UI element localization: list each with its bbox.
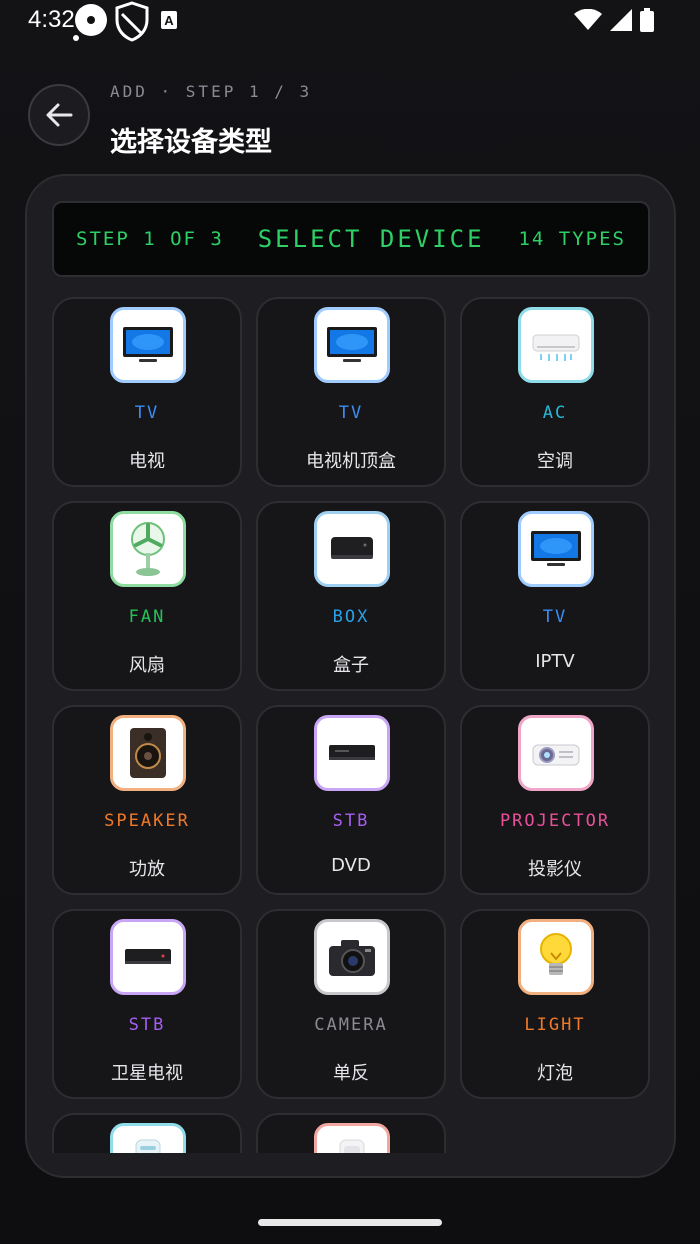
- device-type-panel: STEP 1 OF 3 SELECT DEVICE 14 TYPES TV 电视 T…: [25, 174, 676, 1178]
- projector-icon: [529, 731, 583, 775]
- home-indicator[interactable]: [258, 1219, 442, 1226]
- water-heater-icon: [126, 1134, 170, 1153]
- speaker-icon: [126, 726, 170, 780]
- purifier-icon: [330, 1134, 374, 1153]
- tv-icon: [121, 323, 175, 367]
- device-icon-tile: [518, 307, 594, 383]
- device-code-label: PROJECTOR: [499, 811, 611, 831]
- lcd-count-text: 14 TYPES: [518, 228, 626, 250]
- device-name-label: 单反: [333, 1063, 369, 1084]
- set-top-box-icon: [325, 529, 379, 569]
- lcd-step-text: STEP 1 OF 3: [76, 228, 224, 250]
- back-button[interactable]: [28, 84, 90, 146]
- device-name-label: 灯泡: [537, 1063, 573, 1084]
- device-code-label: STB: [128, 1015, 166, 1035]
- fan-icon: [126, 519, 170, 579]
- device-card[interactable]: TV 电视: [52, 297, 242, 487]
- arrow-left-icon: [46, 103, 73, 127]
- device-icon-tile: [110, 307, 186, 383]
- device-icon-tile: [110, 715, 186, 791]
- device-name-label: 电视: [129, 451, 165, 472]
- device-code-label: SPEAKER: [104, 811, 190, 831]
- device-code-label: AC: [542, 403, 568, 423]
- device-card[interactable]: AC 空调: [460, 297, 650, 487]
- device-card[interactable]: PROJECTOR 投影仪: [460, 705, 650, 895]
- device-name-label: 功放: [129, 859, 165, 880]
- device-code-label: LIGHT: [524, 1015, 586, 1035]
- device-name-label: IPTV: [535, 651, 575, 672]
- step-label: ADD · STEP 1 / 3: [110, 82, 313, 101]
- device-icon-tile: [518, 919, 594, 995]
- device-name-label: 卫星电视: [111, 1063, 183, 1084]
- camera-icon: [325, 934, 379, 980]
- tv-icon: [529, 527, 583, 571]
- device-icon-tile: [110, 1123, 186, 1153]
- device-icon-tile: [314, 715, 390, 791]
- device-card[interactable]: TV IPTV: [460, 501, 650, 691]
- disc-icon: [73, 4, 107, 41]
- device-card[interactable]: BOX 盒子: [256, 501, 446, 691]
- device-name-label: DVD: [331, 855, 371, 876]
- device-grid[interactable]: TV 电视 TV 电视机顶盒 AC 空调 FAN 风扇 BOX 盒子 TV IPTV SPEAKER 功放…: [52, 297, 652, 1153]
- satellite-receiver-icon: [121, 937, 175, 977]
- lcd-title-text: SELECT DEVICE: [257, 225, 485, 253]
- shield-icon: [115, 1, 149, 42]
- device-code-label: BOX: [332, 607, 370, 627]
- screen: 4:32 A ADD · STEP 1 / 3 选择设备类型 STEP 1 OF…: [0, 0, 700, 1244]
- status-bar: 4:32 A: [0, 0, 700, 42]
- device-icon-tile: [314, 1123, 390, 1153]
- device-card[interactable]: [256, 1113, 446, 1153]
- font-a-icon: A: [161, 11, 177, 29]
- device-name-label: 空调: [537, 451, 573, 472]
- device-icon-tile: [110, 919, 186, 995]
- device-card[interactable]: SPEAKER 功放: [52, 705, 242, 895]
- status-right-group: [574, 8, 654, 32]
- device-card[interactable]: STB 卫星电视: [52, 909, 242, 1099]
- device-name-label: 电视机顶盒: [306, 451, 396, 472]
- status-time: 4:32: [28, 6, 75, 33]
- device-code-label: CAMERA: [314, 1015, 388, 1035]
- device-name-label: 投影仪: [528, 859, 582, 880]
- device-card[interactable]: LIGHT 灯泡: [460, 909, 650, 1099]
- light-bulb-icon: [536, 929, 576, 985]
- battery-icon: [640, 8, 654, 32]
- device-name-label: 盒子: [333, 655, 369, 676]
- page-title: 选择设备类型: [110, 127, 272, 158]
- dvd-player-icon: [325, 733, 379, 773]
- wifi-icon: [574, 9, 602, 30]
- device-code-label: FAN: [128, 607, 166, 627]
- device-card[interactable]: CAMERA 单反: [256, 909, 446, 1099]
- device-icon-tile: [518, 511, 594, 587]
- tv-icon: [325, 323, 379, 367]
- device-card[interactable]: STB DVD: [256, 705, 446, 895]
- device-card[interactable]: [52, 1113, 242, 1153]
- device-card[interactable]: FAN 风扇: [52, 501, 242, 691]
- lcd-display: STEP 1 OF 3 SELECT DEVICE 14 TYPES: [52, 201, 650, 277]
- air-conditioner-icon: [529, 325, 583, 365]
- device-code-label: TV: [134, 403, 160, 423]
- device-icon-tile: [110, 511, 186, 587]
- device-name-label: 风扇: [129, 655, 165, 676]
- device-icon-tile: [314, 919, 390, 995]
- device-icon-tile: [314, 511, 390, 587]
- device-code-label: TV: [338, 403, 364, 423]
- cell-signal-icon: [610, 9, 632, 31]
- device-code-label: TV: [542, 607, 568, 627]
- device-card[interactable]: TV 电视机顶盒: [256, 297, 446, 487]
- device-code-label: STB: [332, 811, 370, 831]
- device-icon-tile: [518, 715, 594, 791]
- device-icon-tile: [314, 307, 390, 383]
- svg-text:A: A: [164, 13, 174, 28]
